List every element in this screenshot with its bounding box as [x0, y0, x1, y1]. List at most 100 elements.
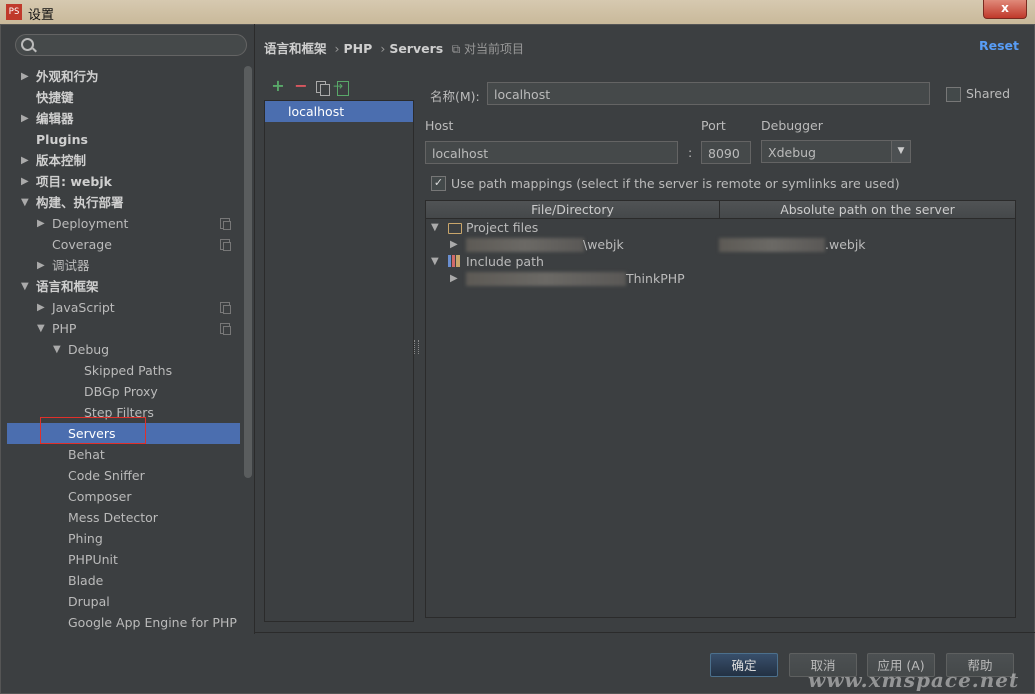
reset-link[interactable]: Reset — [979, 38, 1019, 53]
sidebar-item[interactable]: ▶ Deployment — [7, 213, 240, 234]
sidebar-item[interactable]: DBGp Proxy — [7, 381, 240, 402]
sidebar-item[interactable]: Composer — [7, 486, 240, 507]
settings-sidebar: ▶ 外观和行为 快捷键 ▶ 编辑器 Plugins ▶ 版本控制 ▶ 项目: webjk ▼ 构建、执… — [7, 30, 254, 632]
window-title: 设置 — [28, 8, 55, 23]
sidebar-item-label: Composer — [68, 489, 132, 504]
name-field[interactable]: localhost — [487, 82, 930, 105]
port-field[interactable]: 8090 — [701, 141, 751, 164]
copy-icon[interactable] — [316, 80, 330, 96]
sidebar-item-label: Deployment — [52, 216, 129, 231]
collapsed-arrow-icon[interactable]: ▶ — [37, 255, 49, 276]
sidebar-item[interactable]: Phing — [7, 528, 240, 549]
redacted-path — [466, 272, 626, 286]
sidebar-item[interactable]: Blade — [7, 570, 240, 591]
collapsed-arrow-icon[interactable]: ▶ — [21, 66, 33, 87]
sidebar-item[interactable]: Code Sniffer — [7, 465, 240, 486]
add-icon[interactable]: + — [270, 78, 286, 94]
project-scope-text: 对当前项目 — [463, 42, 524, 56]
remove-icon[interactable]: − — [293, 78, 309, 94]
sidebar-item[interactable]: ▼ 构建、执行部署 — [7, 192, 240, 213]
footer-divider — [254, 632, 1035, 633]
sidebar-item[interactable]: Mess Detector — [7, 507, 240, 528]
expand-arrow-icon[interactable]: ▼ — [431, 253, 439, 270]
breadcrumb: 语言和框架 › PHP › Servers ⧉ 对当前项目 — [264, 38, 532, 56]
sidebar-item-label: 版本控制 — [36, 153, 87, 168]
sidebar-item[interactable]: ▶ 版本控制 — [7, 150, 240, 171]
expanded-arrow-icon[interactable]: ▼ — [53, 339, 65, 360]
table-header: File/Directory Absolute path on the serv… — [426, 201, 1015, 219]
server-list-toolbar: + − — [270, 78, 349, 96]
table-row[interactable]: ▶ \webjk .webjk — [426, 236, 1015, 253]
collapsed-arrow-icon[interactable]: ▶ — [21, 171, 33, 192]
expand-arrow-icon[interactable]: ▶ — [450, 236, 458, 253]
sidebar-item[interactable]: ▼ PHP — [7, 318, 240, 339]
column-file-directory[interactable]: File/Directory — [426, 201, 720, 218]
chevron-down-icon[interactable]: ▼ — [891, 141, 910, 162]
redacted-path — [466, 238, 584, 252]
use-path-mappings-checkbox[interactable]: ✓ — [431, 176, 446, 191]
expanded-arrow-icon[interactable]: ▼ — [37, 318, 49, 339]
sidebar-item-label: Debug — [68, 342, 110, 357]
sidebar-item[interactable]: 快捷键 — [7, 87, 240, 108]
breadcrumb-sep: › — [334, 41, 340, 56]
server-item-localhost[interactable]: localhost — [265, 101, 413, 122]
sidebar-item-label: 外观和行为 — [36, 69, 99, 84]
sidebar-item[interactable]: PHPUnit — [7, 549, 240, 570]
table-row[interactable]: ▶ ThinkPHP — [426, 270, 1015, 287]
sidebar-item[interactable]: Skipped Paths — [7, 360, 240, 381]
table-row-project-files[interactable]: ▼ Project files — [426, 219, 1015, 236]
column-absolute-path[interactable]: Absolute path on the server — [720, 201, 1015, 218]
sidebar-item-label: 编辑器 — [36, 111, 74, 126]
collapsed-arrow-icon[interactable]: ▶ — [21, 108, 33, 129]
import-icon[interactable] — [333, 79, 349, 96]
sidebar-item[interactable]: Drupal — [7, 591, 240, 612]
collapsed-arrow-icon[interactable]: ▶ — [37, 297, 49, 318]
breadcrumb-php: PHP — [343, 41, 373, 56]
sidebar-item-label: Mess Detector — [68, 510, 158, 525]
expand-arrow-icon[interactable]: ▼ — [431, 219, 439, 236]
sidebar-item-label: DBGp Proxy — [84, 384, 158, 399]
debugger-select[interactable]: Xdebug ▼ — [761, 140, 911, 163]
sidebar-item[interactable]: Google App Engine for PHP — [7, 612, 240, 633]
ok-button[interactable]: 确定 — [710, 653, 778, 677]
panel-splitter[interactable] — [414, 340, 419, 354]
sidebar-item[interactable]: ▶ JavaScript — [7, 297, 240, 318]
sidebar-item-label: Skipped Paths — [84, 363, 173, 378]
sidebar-item-label: Plugins — [36, 132, 88, 147]
sidebar-item[interactable]: ▶ 外观和行为 — [7, 66, 240, 87]
app-icon: PS — [6, 4, 22, 20]
sidebar-item[interactable]: Behat — [7, 444, 240, 465]
close-button[interactable]: x — [983, 0, 1027, 19]
sidebar-item-label: Phing — [68, 531, 103, 546]
sidebar-item[interactable]: ▼ 语言和框架 — [7, 276, 240, 297]
row1-file-path: \webjk — [583, 237, 624, 252]
collapsed-arrow-icon[interactable]: ▶ — [21, 150, 33, 171]
window-titlebar: PS 设置 x — [0, 0, 1035, 25]
project-level-icon — [220, 323, 231, 335]
library-icon — [448, 255, 460, 267]
shared-checkbox[interactable] — [946, 87, 961, 102]
watermark-text: www.xmspace.net — [808, 668, 1020, 692]
sidebar-item-label: Google App Engine for PHP — [68, 615, 237, 630]
search-input[interactable] — [15, 34, 247, 56]
collapsed-arrow-icon[interactable]: ▶ — [37, 213, 49, 234]
sidebar-item[interactable]: Coverage — [7, 234, 240, 255]
expanded-arrow-icon[interactable]: ▼ — [21, 276, 33, 297]
sidebar-item[interactable]: ▶ 编辑器 — [7, 108, 240, 129]
sidebar-item[interactable]: ▼ Debug — [7, 339, 240, 360]
sidebar-item-label: 语言和框架 — [36, 279, 99, 294]
sidebar-item-label: JavaScript — [52, 300, 115, 315]
sidebar-scrollbar[interactable] — [244, 66, 252, 478]
sidebar-item[interactable]: ▶ 调试器 — [7, 255, 240, 276]
breadcrumb-lang: 语言和框架 — [264, 41, 327, 56]
sidebar-item-label: Drupal — [68, 594, 110, 609]
sidebar-item[interactable]: Plugins — [7, 129, 240, 150]
debugger-label: Debugger — [761, 118, 823, 133]
sidebar-item-label: Coverage — [52, 237, 112, 252]
table-row-include-path[interactable]: ▼ Include path — [426, 253, 1015, 270]
host-field[interactable]: localhost — [425, 141, 678, 164]
host-label: Host — [425, 118, 454, 133]
expanded-arrow-icon[interactable]: ▼ — [21, 192, 33, 213]
expand-arrow-icon[interactable]: ▶ — [450, 270, 458, 287]
sidebar-item[interactable]: ▶ 项目: webjk — [7, 171, 240, 192]
